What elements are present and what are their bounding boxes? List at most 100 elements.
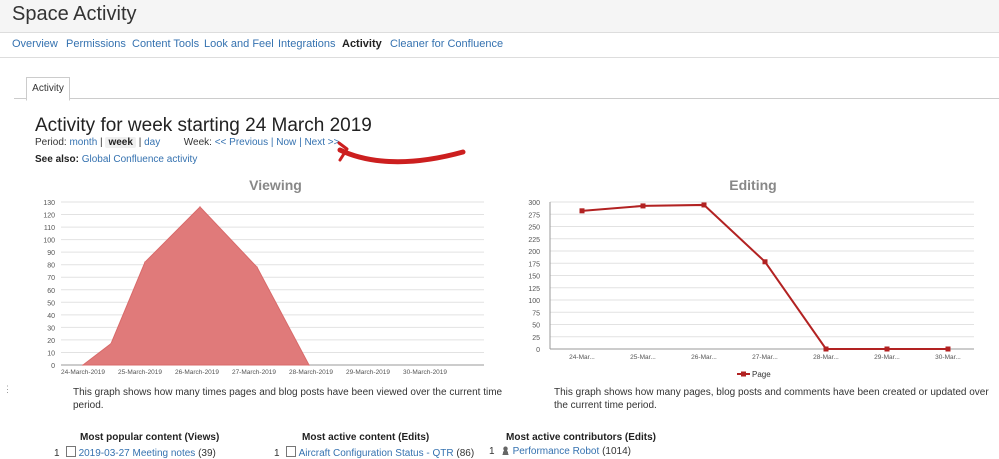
nav-cleaner-for-confluence[interactable]: Cleaner for Confluence <box>390 38 503 50</box>
legend-label: Page <box>752 370 771 379</box>
see-also: See also: Global Confluence activity <box>35 154 197 165</box>
editing-caption: This graph shows how many pages, blog po… <box>554 387 989 411</box>
y-tick-label: 300 <box>528 200 540 207</box>
editing-chart: 0 25 50 75 100 125 150 175 200 225 250 275 300 24-Mar… <box>528 200 974 379</box>
period-week-selected[interactable]: week <box>105 137 136 148</box>
contributor-link[interactable]: Performance Robot <box>513 446 600 457</box>
y-tick-label: 110 <box>44 225 55 232</box>
y-tick-label: 100 <box>43 238 55 245</box>
y-tick-label: 150 <box>528 274 540 281</box>
separator: | <box>100 137 103 148</box>
y-tick-label: 175 <box>528 261 540 268</box>
editing-chart-title: Editing <box>729 177 777 193</box>
y-tick-label: 50 <box>47 300 55 307</box>
most-popular-content: Most popular content (Views) 1 2019-03-27… <box>54 432 220 459</box>
week-label: Week: <box>183 137 212 148</box>
page-series-point <box>945 346 951 352</box>
viewing-chart-title: Viewing <box>249 177 302 193</box>
x-tick-label: 30-Mar... <box>935 354 961 361</box>
y-tick-label: 200 <box>528 249 540 256</box>
x-tick-label: 24-March-2019 <box>61 369 105 376</box>
most-active-content: Most active content (Edits) 1 Aircraft Co… <box>274 432 474 459</box>
space-tools-nav: Overview Permissions Content Tools Look … <box>0 33 999 58</box>
rank: 1 <box>274 448 280 459</box>
y-tick-label: 250 <box>528 225 540 232</box>
y-tick-label: 225 <box>528 237 540 244</box>
x-tick-label: 26-Mar... <box>691 354 717 361</box>
separator: | <box>299 137 302 148</box>
viewing-chart: 0 10 20 30 40 50 60 70 80 90 100 110 120 130 24-March-… <box>43 200 484 376</box>
most-active-contributors: Most active contributors (Edits) 1 Perfor… <box>489 432 657 457</box>
nav-content-tools[interactable]: Content Tools <box>132 38 199 50</box>
now-link[interactable]: Now <box>276 137 296 148</box>
content-link[interactable]: 2019-03-27 Meeting notes <box>79 448 196 459</box>
user-icon <box>500 446 510 455</box>
period-label: Period: <box>35 137 67 148</box>
y-tick-label: 100 <box>528 298 540 305</box>
resize-handle[interactable]: ⋮ <box>3 384 12 395</box>
count: (1014) <box>602 446 631 457</box>
count: (39) <box>198 448 216 459</box>
list-item: 1 Aircraft Configuration Status - QTR (86… <box>274 446 474 459</box>
most-active-content-title: Most active content (Edits) <box>302 432 430 443</box>
x-tick-label: 26-March-2019 <box>175 369 219 376</box>
y-tick-label: 0 <box>51 363 55 370</box>
page-series-point <box>701 202 707 208</box>
nav-permissions[interactable]: Permissions <box>66 38 126 50</box>
page-series-point <box>823 346 829 352</box>
most-active-contributors-title: Most active contributors (Edits) <box>506 432 657 443</box>
y-tick-label: 130 <box>43 200 55 207</box>
y-tick-label: 75 <box>532 310 540 317</box>
page-header: Space Activity <box>0 0 999 33</box>
nav-look-and-feel[interactable]: Look and Feel <box>204 38 274 50</box>
x-tick-label: 28-Mar... <box>813 354 839 361</box>
x-tick-label: 29-Mar... <box>874 354 900 361</box>
app-title: Space Activity <box>12 3 137 25</box>
y-tick-label: 60 <box>47 288 55 295</box>
page-icon <box>65 446 76 457</box>
content-link[interactable]: Aircraft Configuration Status - QTR <box>299 448 454 459</box>
count: (86) <box>456 448 475 459</box>
y-tick-label: 275 <box>528 212 540 219</box>
global-activity-link[interactable]: Global Confluence activity <box>82 154 198 165</box>
data-point <box>82 364 84 366</box>
rank: 1 <box>54 448 60 459</box>
list-item: 1 Performance Robot (1014) <box>489 446 631 457</box>
tab-activity[interactable]: Activity <box>26 77 70 101</box>
x-tick-label: 24-Mar... <box>569 354 595 361</box>
x-tick-label: 28-March-2019 <box>289 369 333 376</box>
page-icon <box>285 446 296 457</box>
period-day-link[interactable]: day <box>144 137 160 148</box>
y-tick-label: 25 <box>532 335 540 342</box>
legend-swatch-marker <box>741 371 746 377</box>
y-tick-label: 0 <box>536 347 540 354</box>
y-tick-label: 125 <box>528 286 540 293</box>
x-tick-label: 30-March-2019 <box>403 369 447 376</box>
most-popular-title: Most popular content (Views) <box>80 432 220 443</box>
x-tick-label: 25-Mar... <box>630 354 656 361</box>
nav-overview[interactable]: Overview <box>12 38 58 50</box>
period-month-link[interactable]: month <box>69 137 97 148</box>
y-tick-label: 120 <box>43 213 55 220</box>
separator: | <box>270 137 274 148</box>
y-tick-label: 10 <box>47 350 55 357</box>
page-series-point <box>884 346 890 352</box>
red-arrow-annotation <box>337 141 466 165</box>
x-tick-label: 25-March-2019 <box>118 369 162 376</box>
y-tick-label: 90 <box>47 250 55 257</box>
nav-integrations[interactable]: Integrations <box>278 38 335 50</box>
x-tick-label: 29-March-2019 <box>346 369 390 376</box>
y-tick-label: 40 <box>47 313 55 320</box>
page-title: Activity for week starting 24 March 2019 <box>35 115 372 136</box>
views-area <box>81 206 310 366</box>
nav-activity[interactable]: Activity <box>342 38 382 50</box>
data-point <box>308 364 310 366</box>
y-tick-label: 20 <box>47 338 55 345</box>
data-point <box>144 261 146 263</box>
y-tick-label: 70 <box>47 275 55 282</box>
separator: | <box>138 137 142 148</box>
data-point <box>256 266 258 268</box>
data-point <box>110 342 112 345</box>
x-tick-label: 27-Mar... <box>752 354 778 361</box>
previous-week-link[interactable]: << Previous <box>215 137 268 148</box>
